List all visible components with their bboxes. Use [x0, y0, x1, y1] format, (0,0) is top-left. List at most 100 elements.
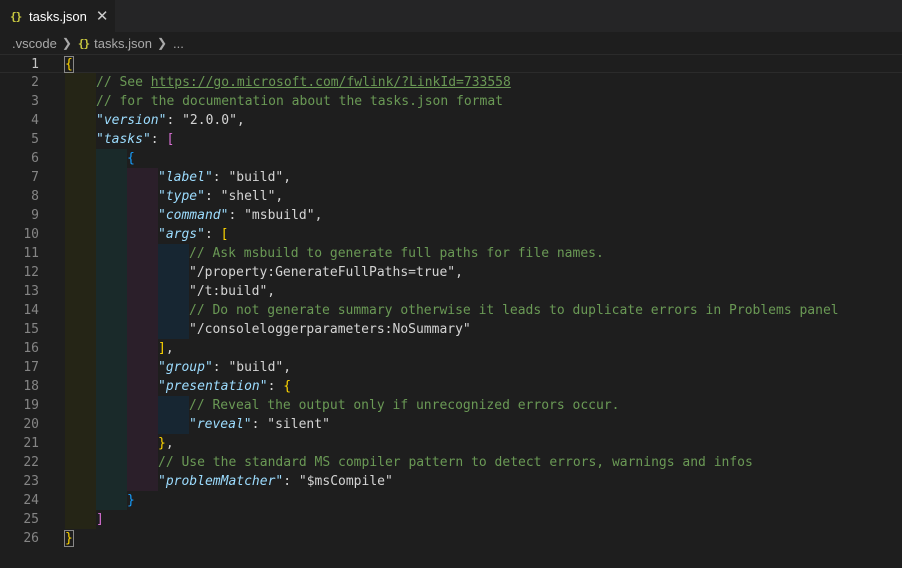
code-content: {	[127, 149, 135, 168]
line-number: 20	[23, 417, 39, 432]
json-file-icon: {}	[10, 9, 22, 23]
code-line[interactable]: 18 "presentation": {	[0, 377, 902, 396]
line-number: 14	[23, 303, 39, 318]
code-token: :	[204, 227, 221, 242]
code-token: "silent"	[267, 417, 330, 432]
code-token: ,	[165, 436, 174, 451]
code-token: // See	[96, 75, 151, 90]
code-line[interactable]: 16],	[0, 339, 902, 358]
breadcrumb-symbol[interactable]: ...	[173, 36, 184, 51]
code-line[interactable]: 24}	[0, 491, 902, 510]
code-token: "command"	[158, 208, 229, 223]
code-token: :	[228, 208, 245, 223]
line-number: 16	[23, 341, 39, 356]
code-token: "problemMatcher"	[158, 474, 284, 489]
code-token: :	[204, 189, 221, 204]
code-token: https://go.microsoft.com/fwlink/?LinkId=…	[150, 75, 511, 90]
code-line[interactable]: 19 // Reveal the output only if unrecogni…	[0, 396, 902, 415]
code-token: :	[212, 360, 229, 375]
code-content: ],	[158, 339, 174, 358]
code-token: "/consoleloggerparameters:NoSummary"	[189, 322, 471, 337]
line-number: 23	[23, 474, 39, 489]
breadcrumb-folder[interactable]: .vscode	[12, 36, 57, 51]
line-number: 11	[23, 246, 39, 261]
chevron-right-icon: ❯	[61, 36, 72, 50]
code-line[interactable]: 21},	[0, 434, 902, 453]
code-line[interactable]: 2 // See https://go.microsoft.com/fwlink/…	[0, 73, 902, 92]
code-line[interactable]: 25]	[0, 510, 902, 529]
code-content: // Use the standard MS compiler pattern …	[158, 453, 753, 472]
code-content: ]	[96, 510, 104, 529]
code-line[interactable]: 3 // for the documentation about the task…	[0, 92, 902, 111]
code-line[interactable]: 17 "group": "build",	[0, 358, 902, 377]
code-line[interactable]: 12 "/property:GenerateFullPaths=true",	[0, 263, 902, 282]
code-line[interactable]: 20 "reveal": "silent"	[0, 415, 902, 434]
code-line[interactable]: 9 "command": "msbuild",	[0, 206, 902, 225]
tab-bar: {} tasks.json ✕	[0, 0, 902, 32]
tab-tasks-json[interactable]: {} tasks.json ✕	[0, 0, 115, 32]
line-number: 19	[23, 398, 39, 413]
code-token: "build"	[228, 170, 284, 185]
code-token: "2.0.0"	[182, 113, 237, 128]
code-token: ,	[314, 208, 323, 223]
code-token: :	[283, 474, 299, 489]
line-number: 25	[23, 512, 39, 527]
code-content: // See https://go.microsoft.com/fwlink/?…	[96, 73, 511, 92]
code-line[interactable]: 8 "type": "shell",	[0, 187, 902, 206]
code-line[interactable]: 11 // Ask msbuild to generate full paths …	[0, 244, 902, 263]
code-token: // Do not generate summary otherwise it …	[189, 303, 839, 318]
code-token: ,	[165, 341, 174, 356]
code-token: ]	[96, 512, 104, 527]
code-token: {	[283, 379, 292, 394]
code-token: ]	[158, 341, 166, 356]
code-token: :	[212, 170, 229, 185]
code-line[interactable]: 14 // Do not generate summary otherwise i…	[0, 301, 902, 320]
code-content: // Do not generate summary otherwise it …	[189, 301, 839, 320]
code-content: // for the documentation about the tasks…	[96, 92, 503, 111]
code-token: }	[64, 530, 74, 547]
code-line[interactable]: 7 "label": "build",	[0, 168, 902, 187]
close-icon[interactable]: ✕	[96, 7, 109, 25]
code-token: "/property:GenerateFullPaths=true"	[189, 265, 456, 280]
code-token: :	[166, 113, 183, 128]
code-line[interactable]: 22 // Use the standard MS compiler patter…	[0, 453, 902, 472]
code-token: "/t:build"	[189, 284, 268, 299]
code-line[interactable]: 10 "args": [	[0, 225, 902, 244]
code-content: "args": [	[158, 225, 228, 244]
breadcrumb-file[interactable]: tasks.json	[94, 36, 152, 51]
code-token: "version"	[96, 113, 167, 128]
code-token: "tasks"	[96, 132, 151, 147]
code-line[interactable]: 4 "version": "2.0.0",	[0, 111, 902, 130]
code-token: "$msCompile"	[298, 474, 393, 489]
code-content: "version": "2.0.0",	[96, 111, 245, 130]
code-editor[interactable]: 1{ 2 // See https://go.microsoft.com/fwlin…	[0, 54, 902, 568]
code-line[interactable]: 1{	[0, 54, 902, 73]
code-content: "type": "shell",	[158, 187, 283, 206]
code-line[interactable]: 15 "/consoleloggerparameters:NoSummary"	[0, 320, 902, 339]
code-line[interactable]: 5 "tasks": [	[0, 130, 902, 149]
code-content: // Reveal the output only if unrecognize…	[189, 396, 619, 415]
line-number: 10	[23, 227, 39, 242]
code-line[interactable]: 23 "problemMatcher": "$msCompile"	[0, 472, 902, 491]
line-number: 21	[23, 436, 39, 451]
code-token: :	[251, 417, 268, 432]
line-number: 8	[31, 189, 39, 204]
line-number: 13	[23, 284, 39, 299]
code-token: "group"	[158, 360, 213, 375]
code-content: "/t:build",	[189, 282, 275, 301]
line-number: 17	[23, 360, 39, 375]
line-number: 22	[23, 455, 39, 470]
code-line[interactable]: 13 "/t:build",	[0, 282, 902, 301]
code-token: }	[158, 436, 166, 451]
line-number: 18	[23, 379, 39, 394]
code-content: {	[64, 55, 74, 74]
code-token: "shell"	[220, 189, 276, 204]
line-number: 12	[23, 265, 39, 280]
code-line[interactable]: 6{	[0, 149, 902, 168]
line-number: 26	[23, 531, 39, 546]
code-token: // Use the standard MS compiler pattern …	[158, 455, 753, 470]
code-line[interactable]: 26}	[0, 529, 902, 548]
line-number: 2	[31, 75, 39, 90]
code-content: }	[127, 491, 135, 510]
json-file-icon: {}	[77, 36, 90, 50]
